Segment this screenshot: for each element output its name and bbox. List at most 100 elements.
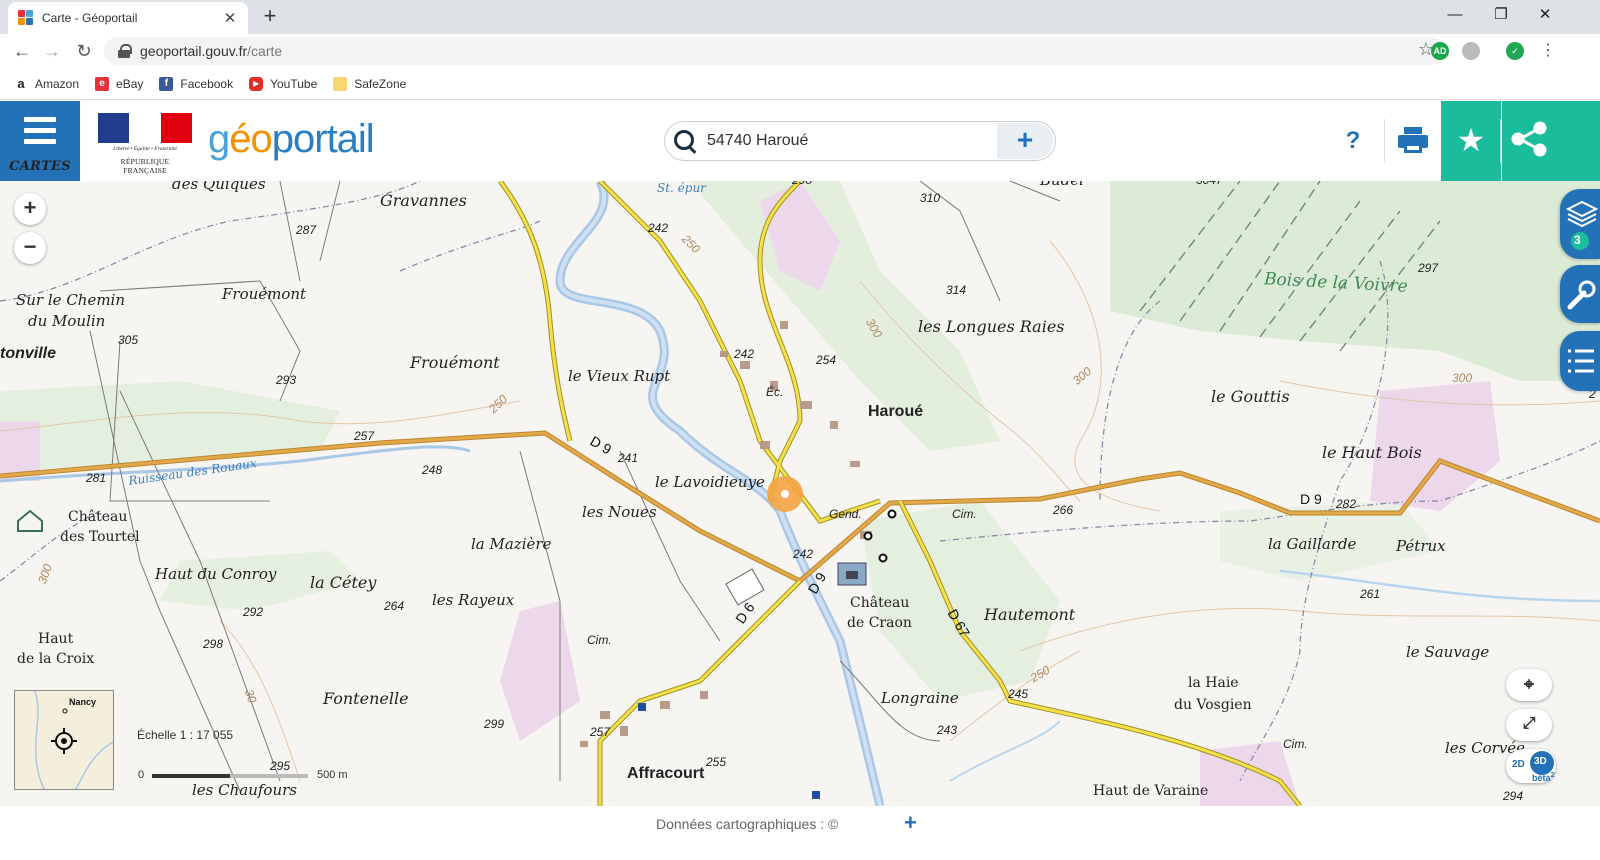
list-icon [1568, 349, 1594, 373]
search-icon[interactable] [671, 127, 699, 155]
map-label: la Gaillarde [1268, 535, 1357, 553]
map-viewport[interactable]: des Quiques Gravannes Sur le Chemin du M… [0, 181, 1600, 806]
bookmark-label: YouTube [270, 76, 318, 91]
shield-extension-icon[interactable]: ✓ [1506, 42, 1524, 60]
legend-list-button[interactable] [1560, 331, 1600, 391]
cartes-menu-button[interactable]: CARTES [0, 101, 80, 181]
altitude-label: 310 [920, 191, 941, 205]
map-label: la Mazière [471, 535, 552, 553]
map-label: Cim. [952, 507, 977, 521]
ebay-icon: e [95, 76, 110, 91]
map-label: la Haie [1188, 675, 1239, 691]
fullscreen-button[interactable]: ⤢ [1506, 709, 1552, 741]
map-label: Éc. [766, 385, 784, 399]
map-label: les Noues [582, 503, 657, 521]
altitude-label: 299 [484, 717, 505, 731]
republic-name: RÉPUBLIQUE FRANÇAISE [120, 157, 170, 175]
altitude-label: 294 [1503, 789, 1524, 803]
favorites-star-button[interactable]: ★ [1441, 101, 1501, 181]
map-label: Frouémont [222, 285, 307, 303]
geoportail-logo[interactable]: géoportail [208, 117, 375, 162]
bookmark-safezone[interactable]: SafeZone [333, 76, 407, 91]
map-label: tonville [0, 345, 57, 362]
map-label: Hautemont [984, 605, 1076, 624]
close-tab-icon[interactable]: ✕ [222, 9, 238, 27]
map-footer: Données cartographiques : © + [0, 806, 1600, 860]
bookmark-label: eBay [116, 76, 144, 91]
altitude-label: 292 [243, 605, 264, 619]
new-tab-button[interactable]: + [256, 3, 284, 31]
bookmark-facebook[interactable]: f Facebook [159, 76, 234, 91]
altitude-label: 298 [792, 181, 812, 187]
overview-minimap[interactable]: Nancy [14, 690, 114, 790]
header-divider [1384, 119, 1385, 163]
browser-menu-icon[interactable]: ⋮ [1534, 37, 1562, 65]
map-label: des Tourtel [60, 529, 140, 545]
url-host: geoportail.gouv.fr [140, 43, 248, 59]
logo-part: g [208, 117, 230, 161]
bookmarks-bar: a Amazon e eBay f Facebook ▶ YouTube Saf… [0, 68, 1600, 100]
geoportail-favicon [18, 10, 34, 26]
minimize-window-button[interactable]: — [1432, 0, 1478, 30]
lock-icon [118, 44, 132, 58]
share-button[interactable] [1502, 101, 1600, 181]
map-label: Pétrux [1396, 537, 1446, 555]
map-label: Frouémont [410, 353, 500, 372]
map-label: du Moulin [28, 312, 106, 330]
help-button[interactable]: ? [1338, 123, 1368, 159]
hamburger-icon [24, 117, 56, 145]
republique-francaise-logo: Liberté • Égalité • Fraternité RÉPUBLIQU… [98, 113, 192, 175]
share-icon [1511, 121, 1547, 157]
tools-button[interactable] [1560, 265, 1600, 323]
zoom-out-button[interactable]: − [14, 232, 46, 264]
bookmark-label: Facebook [180, 76, 234, 91]
map-label: le Haut Bois [1322, 443, 1422, 462]
bookmark-ebay[interactable]: e eBay [95, 76, 144, 91]
reload-button[interactable]: ↻ [70, 37, 98, 65]
view-2d-label[interactable]: 2D [1512, 759, 1525, 770]
altitude-label: 293 [276, 373, 297, 387]
print-button[interactable] [1396, 123, 1430, 159]
browser-toolbar: ← → ↻ geoportail.gouv.fr/carte ☆ AD ✓ ⋮ [0, 34, 1600, 68]
maximize-window-button[interactable]: ❐ [1478, 0, 1524, 30]
view-mode-toggle[interactable]: 2D 3D béta2 [1506, 749, 1556, 783]
altitude-label: 257 [354, 429, 375, 443]
map-label: le Lavoidieuye [655, 473, 765, 491]
bookmark-label: SafeZone [354, 76, 407, 91]
map-label: Gravannes [380, 191, 467, 210]
view-3d-label[interactable]: 3D [1534, 756, 1547, 767]
map-label: de la Croix [17, 651, 95, 667]
zoom-in-button[interactable]: + [14, 193, 46, 225]
altitude-label: 257 [590, 725, 611, 739]
map-label: Sur le Chemin [16, 291, 126, 309]
altitude-label: 261 [1360, 587, 1381, 601]
cloud-extension-icon[interactable] [1462, 42, 1480, 60]
credits-text: Données cartographiques : © [656, 816, 839, 832]
cartes-label: CARTES [9, 159, 71, 174]
layers-tool-button[interactable]: 3 [1560, 189, 1600, 259]
adblock-extension-icon[interactable]: AD [1431, 42, 1449, 60]
map-label: Haut [38, 631, 74, 647]
map-label: Haroué [868, 403, 924, 420]
altitude-label: 300 [1452, 371, 1473, 385]
altitude-label: 282 [1336, 497, 1357, 511]
forward-button[interactable]: → [38, 37, 66, 65]
browser-tab[interactable]: Carte - Géoportail ✕ [8, 2, 248, 34]
logo-part: éo [229, 117, 272, 161]
search-input[interactable] [699, 132, 997, 150]
bookmark-amazon[interactable]: a Amazon [14, 76, 79, 91]
bookmark-youtube[interactable]: ▶ YouTube [249, 76, 318, 91]
credits-expand-button[interactable]: + [904, 810, 917, 836]
map-label: Longraine [881, 689, 959, 707]
map-label: le Sauvage [1406, 643, 1490, 661]
close-window-button[interactable]: ✕ [1522, 0, 1568, 30]
map-label: Haut de Varaine [1093, 783, 1209, 799]
advanced-search-button[interactable]: + [997, 123, 1053, 159]
map-label: du Vosgien [1174, 697, 1252, 713]
road-label: D 9 [1300, 491, 1322, 507]
geolocate-button[interactable]: ⌖ [1506, 669, 1552, 701]
altitude-label: 287 [296, 223, 317, 237]
address-bar[interactable]: geoportail.gouv.fr/carte ☆ [104, 37, 1446, 65]
back-button[interactable]: ← [8, 37, 36, 65]
altitude-label: 295 [270, 759, 291, 773]
